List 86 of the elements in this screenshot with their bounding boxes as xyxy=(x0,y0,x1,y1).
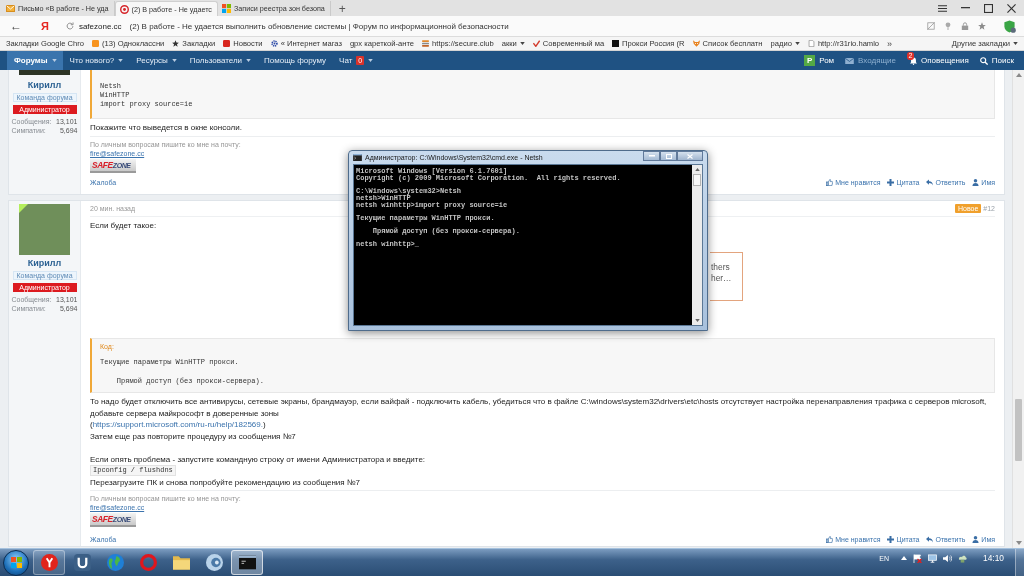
star-icon xyxy=(172,40,180,47)
square-icon xyxy=(612,40,620,47)
taskbar-button[interactable] xyxy=(231,550,263,575)
close-icon xyxy=(687,153,693,159)
gear-icon xyxy=(270,40,278,47)
close-icon[interactable] xyxy=(1007,3,1016,13)
ring-icon xyxy=(139,554,157,571)
start-button[interactable] xyxy=(3,549,29,576)
console-icon xyxy=(238,554,256,571)
tiles-icon xyxy=(10,557,22,568)
scroll-down-icon[interactable] xyxy=(1015,541,1022,545)
scrollbar-thumb[interactable] xyxy=(1015,399,1022,461)
page-icon[interactable] xyxy=(927,22,935,30)
person-icon xyxy=(972,179,980,186)
search-icon xyxy=(979,56,988,65)
avatar-photo-placeholder[interactable] xyxy=(19,203,70,255)
lock-icon[interactable] xyxy=(961,22,969,30)
minimize-button[interactable] xyxy=(643,151,660,161)
author-name[interactable]: Кирилл xyxy=(27,257,62,269)
scroll-up-icon[interactable] xyxy=(1015,73,1022,77)
post-text: Если опять проблема - запустите командную строку от имени Администратора и введите: xyxy=(90,453,426,465)
more-bookmarks-button[interactable]: » xyxy=(887,37,893,50)
author-name[interactable]: Кирилл xyxy=(27,80,62,91)
thumbs-up-icon xyxy=(826,179,834,186)
post-text: Если будет такое: xyxy=(90,219,157,231)
minimize-icon[interactable] xyxy=(961,7,970,9)
page-icon xyxy=(807,40,815,47)
minimize-icon xyxy=(648,155,655,157)
address-field[interactable]: safezone.cc (2) В работе - Не удается выполнить обновление системы | Форум по информационной безопасности xyxy=(65,18,509,34)
scrollbar[interactable] xyxy=(692,165,702,325)
globe-icon xyxy=(106,554,124,571)
scrollbar-thumb[interactable] xyxy=(693,174,701,186)
link-line: (https://support.microsoft.com/ru-ru/help/182569.) xyxy=(90,419,266,431)
scroll-up-icon[interactable] xyxy=(694,168,700,171)
show-desktop-button[interactable] xyxy=(1015,549,1024,576)
nav-tab[interactable]: Что нового? xyxy=(62,51,130,70)
stack-icon xyxy=(422,40,430,47)
plus-icon xyxy=(887,535,895,543)
post-text: Затем еще раз повторите процедуру из сообщения №7 xyxy=(90,430,296,442)
post-text: Перезагрузите ПК и снова попробуйте рекомендацию из сообщения №7 xyxy=(90,476,360,488)
scrollbar[interactable] xyxy=(1012,70,1024,548)
nav-tab[interactable]: Помощь форуму xyxy=(257,51,333,70)
disc-icon xyxy=(205,554,223,571)
tray-app-icon[interactable] xyxy=(958,553,968,563)
check-icon xyxy=(532,40,540,47)
reply-arrow-icon xyxy=(926,179,934,186)
scroll-down-icon[interactable] xyxy=(694,319,700,322)
person-icon xyxy=(972,535,980,543)
close-button[interactable] xyxy=(677,151,703,161)
search-link[interactable]: Поиск xyxy=(979,56,1014,65)
username-link[interactable]: Ром xyxy=(819,56,835,65)
maximize-icon[interactable] xyxy=(984,3,993,13)
tiles-icon xyxy=(221,4,231,13)
app-icon xyxy=(73,554,91,571)
tooltip-text: thers xyxy=(711,262,731,273)
flag-icon[interactable] xyxy=(913,553,923,563)
fox-icon xyxy=(692,40,700,47)
post-text: Покажите что выведется в окне консоли. xyxy=(90,122,242,134)
reload-icon[interactable] xyxy=(65,22,74,30)
clock-time[interactable]: 14:10 xyxy=(983,553,1004,563)
star-icon[interactable] xyxy=(978,22,986,30)
maximize-icon xyxy=(665,153,672,159)
folder-icon xyxy=(172,554,190,571)
speaker-icon[interactable] xyxy=(943,553,953,563)
shield-icon[interactable] xyxy=(1003,19,1016,33)
maximize-button[interactable] xyxy=(660,151,677,161)
reply-arrow-icon xyxy=(926,535,934,543)
nav-tab[interactable]: Форумы xyxy=(7,51,63,70)
tooltip-text: her… xyxy=(711,273,733,284)
envelope-icon xyxy=(6,5,15,12)
nav-tab[interactable]: Ресурсы xyxy=(129,51,183,70)
nav-tab[interactable]: Пользователи xyxy=(182,51,258,70)
back-button[interactable]: ← xyxy=(10,19,22,33)
browser-logo[interactable]: Я xyxy=(41,20,49,32)
expand-icon[interactable] xyxy=(901,556,908,560)
thumbs-up-icon xyxy=(826,535,834,543)
new-tab-button[interactable]: + xyxy=(338,1,346,16)
post-text: То надо будет отключить все антивирусы, сетевые экраны, брандмауэр, если вайфай - подключить кабель, убедиться что в файле C:\windows\system32\drivers\etc\hosts отсутствует настройка перенаправления трафика с серверов microsoft, добавьте сервера майкрософт в доверенные зоны xyxy=(90,396,988,419)
site-icon xyxy=(119,4,129,14)
console-icon xyxy=(353,154,362,161)
browser-icon xyxy=(40,554,58,571)
envelope-icon xyxy=(845,57,855,64)
monitor-icon[interactable] xyxy=(928,553,938,563)
menu-icon[interactable] xyxy=(938,3,947,13)
bell-icon xyxy=(910,56,918,65)
plus-icon xyxy=(887,179,895,186)
